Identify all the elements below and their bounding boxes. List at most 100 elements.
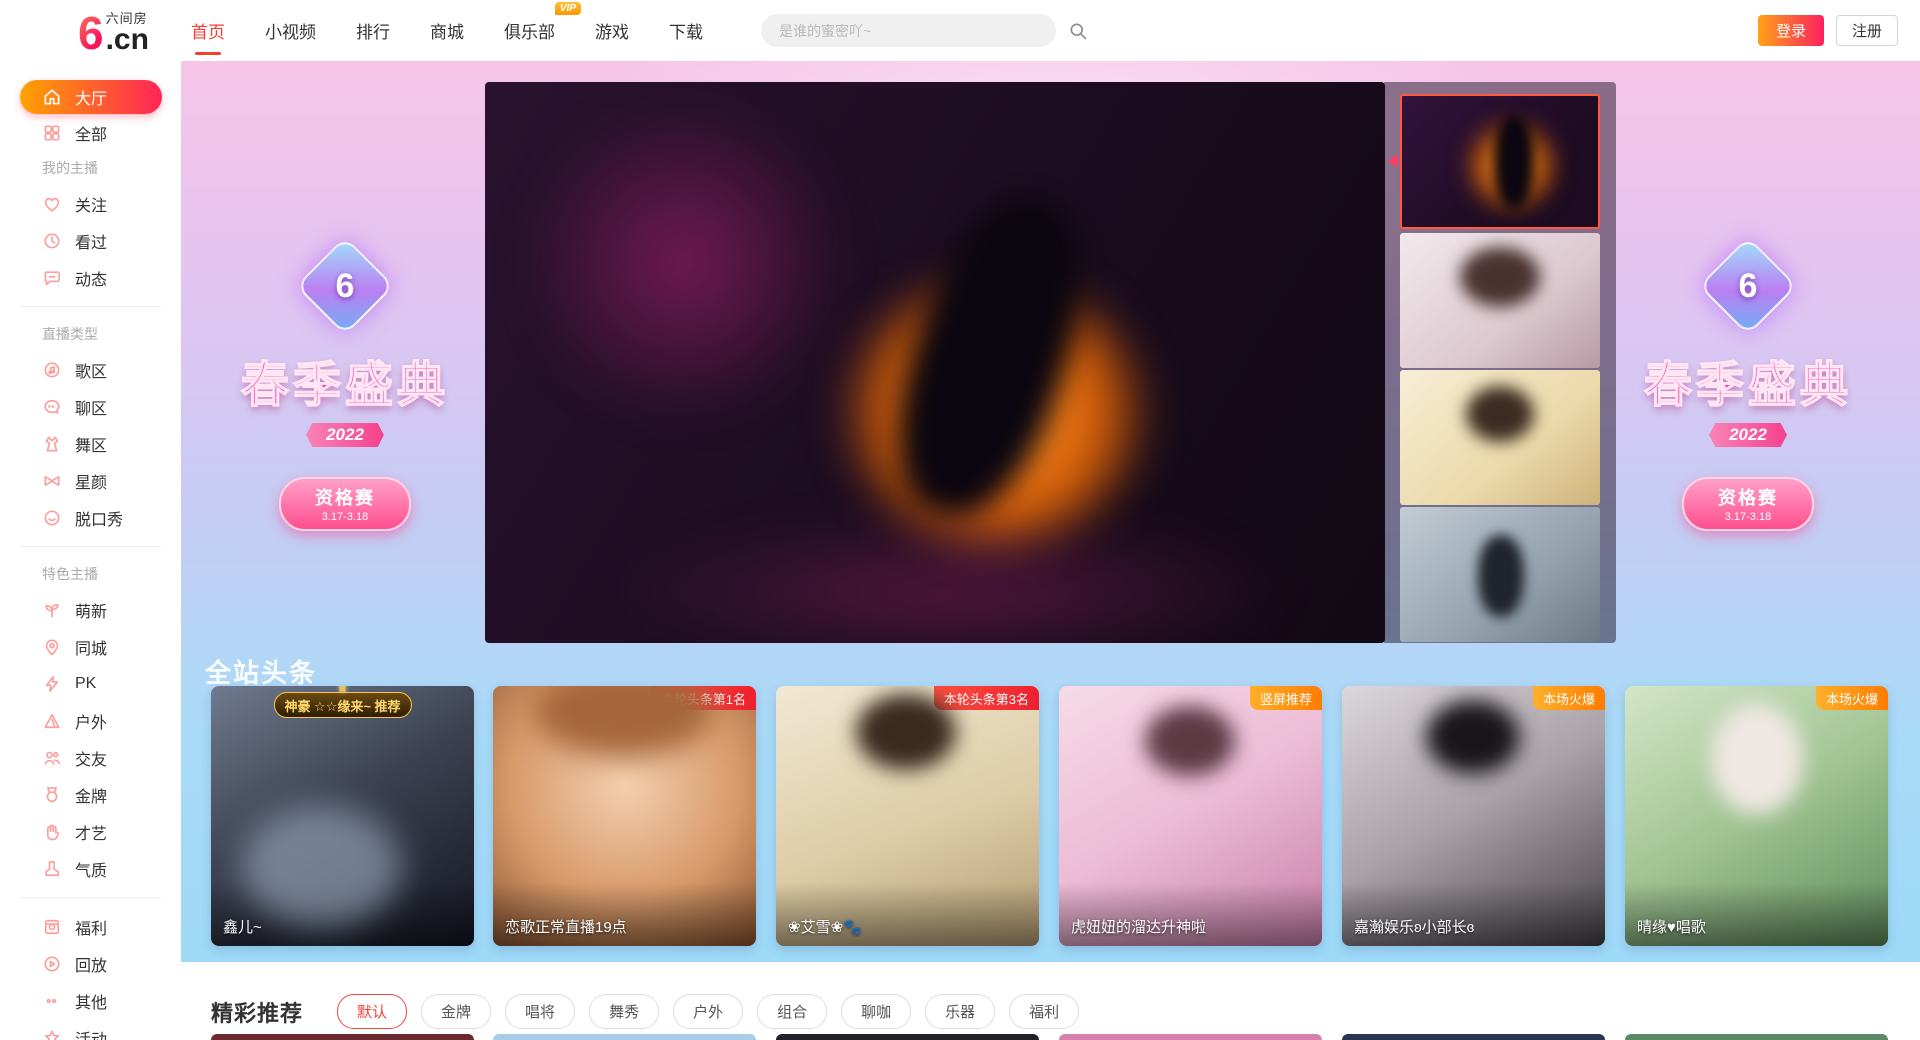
sidebar: 大厅 全部 我的主播 关注 看过 动态 直播类型 歌区 聊区 舞区 星颜 脱口秀…	[0, 61, 181, 1040]
nav-short-video[interactable]: 小视频	[265, 12, 316, 49]
header: 6 六间房 .cn 首页 小视频 排行 商城 俱乐部VIP 游戏 下载 登录 注…	[0, 0, 1920, 61]
smile-icon	[42, 508, 62, 528]
sidebar-item-same-city[interactable]: 同城	[0, 628, 181, 665]
festival-stage-badge[interactable]: 资格赛 3.17-3.18	[1682, 477, 1814, 531]
sidebar-item-welfare[interactable]: 福利	[0, 908, 181, 945]
festival-logo-icon: 6	[1699, 237, 1798, 336]
nav-download[interactable]: 下载	[669, 12, 703, 49]
player-glow	[515, 102, 855, 422]
sidebar-item-feed[interactable]: 动态	[0, 259, 181, 296]
festival-banner-left: 6 春季盛典 2022 资格赛 3.17-3.18	[205, 251, 485, 531]
live-player[interactable]	[485, 82, 1385, 643]
player-floor-glow	[605, 512, 1305, 643]
pin-icon	[42, 637, 62, 657]
search-icon[interactable]	[1068, 21, 1088, 41]
next-row-card-edge	[211, 1034, 474, 1040]
sidebar-item-activity[interactable]: 活动	[0, 1019, 181, 1040]
filter-default[interactable]: 默认	[337, 994, 407, 1029]
streamer-name: 晴缘♥唱歌	[1637, 916, 1706, 937]
sidebar-group-my-streamers: 我的主播	[0, 151, 181, 185]
bowtie-icon	[42, 471, 62, 491]
filter-outdoor[interactable]: 户外	[673, 994, 743, 1029]
logo-number: 6	[78, 13, 104, 53]
festival-year: 2022	[306, 423, 384, 447]
sidebar-item-gold-medal[interactable]: 金牌	[0, 776, 181, 813]
nav-mall[interactable]: 商城	[430, 12, 464, 49]
grid-icon	[42, 123, 62, 143]
stream-thumbnail[interactable]	[1400, 507, 1600, 642]
star-icon	[42, 1028, 62, 1040]
hand-icon	[42, 822, 62, 842]
live-card[interactable]: 竖屏推荐 虎妞妞的溜达升神啦	[1059, 686, 1322, 946]
festival-title: 春季盛典	[205, 345, 485, 415]
next-row-card-edge	[1342, 1034, 1605, 1040]
card-badge: 竖屏推荐	[1250, 686, 1322, 710]
live-card[interactable]: 本轮头条第1名 恋歌正常直播19点	[493, 686, 756, 946]
sidebar-item-newbie[interactable]: 萌新	[0, 591, 181, 628]
play-icon	[42, 954, 62, 974]
headline-section-title: 全站头条	[205, 653, 317, 690]
filter-dance[interactable]: 舞秀	[589, 994, 659, 1029]
nav-home[interactable]: 首页	[191, 12, 225, 49]
bolt-icon	[42, 674, 62, 694]
filter-chat[interactable]: 聊咖	[841, 994, 911, 1029]
stream-thumbnail-selected[interactable]	[1400, 94, 1600, 229]
sidebar-item-outdoor[interactable]: 户外	[0, 702, 181, 739]
sidebar-item-dance[interactable]: 舞区	[0, 425, 181, 462]
stream-thumbnail-rail	[1384, 82, 1616, 643]
dress-icon	[42, 434, 62, 454]
chat-dot-icon	[42, 397, 62, 417]
stream-thumbnail[interactable]	[1400, 370, 1600, 505]
festival-year: 2022	[1709, 423, 1787, 447]
sidebar-item-friends[interactable]: 交友	[0, 739, 181, 776]
card-badge: 本轮头条第3名	[934, 686, 1039, 710]
divider	[20, 897, 161, 898]
sidebar-item-hall[interactable]: 大厅	[20, 80, 162, 114]
card-badge: 本场火爆	[1816, 686, 1888, 710]
filter-instrument[interactable]: 乐器	[925, 994, 995, 1029]
sidebar-item-all[interactable]: 全部	[0, 114, 181, 151]
site-logo[interactable]: 6 六间房 .cn	[78, 8, 149, 53]
sidebar-item-chat-zone[interactable]: 聊区	[0, 388, 181, 425]
sidebar-item-talent[interactable]: 才艺	[0, 813, 181, 850]
logo-domain: .cn	[106, 27, 149, 53]
streamer-name: 虎妞妞的溜达升神啦	[1071, 916, 1206, 937]
vip-badge: VIP	[555, 2, 581, 15]
main-content: 6 春季盛典 2022 资格赛 3.17-3.18 6 春季盛典 2022 资格…	[181, 61, 1920, 962]
sidebar-item-watched[interactable]: 看过	[0, 222, 181, 259]
main-nav: 首页 小视频 排行 商城 俱乐部VIP 游戏 下载	[191, 12, 703, 49]
sprout-icon	[42, 600, 62, 620]
recommend-title: 精彩推荐	[211, 996, 303, 1028]
filter-welfare[interactable]: 福利	[1009, 994, 1079, 1029]
live-card[interactable]: 本轮头条第3名 ❀艾雪❀🐾	[776, 686, 1039, 946]
sidebar-item-song[interactable]: 歌区	[0, 351, 181, 388]
selected-thumb-arrow-icon	[1388, 154, 1398, 168]
search-input[interactable]	[761, 14, 1056, 47]
login-button[interactable]: 登录	[1758, 15, 1824, 46]
live-card[interactable]: 本场火爆 晴缘♥唱歌	[1625, 686, 1888, 946]
sidebar-item-other[interactable]: 其他	[0, 982, 181, 1019]
sidebar-item-replay[interactable]: 回放	[0, 945, 181, 982]
festival-stage-badge[interactable]: 资格赛 3.17-3.18	[279, 477, 411, 531]
streamer-name: ❀艾雪❀🐾	[788, 916, 862, 937]
nav-club[interactable]: 俱乐部VIP	[504, 12, 555, 49]
next-row-card-edge	[1059, 1034, 1322, 1040]
register-button[interactable]: 注册	[1836, 15, 1898, 46]
filter-singer[interactable]: 唱将	[505, 994, 575, 1029]
recommend-filters: 默认 金牌 唱将 舞秀 户外 组合 聊咖 乐器 福利	[337, 994, 1079, 1029]
live-card[interactable]: 本场火爆 嘉瀚娱乐ʚ小部长ɞ	[1342, 686, 1605, 946]
sidebar-item-follow[interactable]: 关注	[0, 185, 181, 222]
sidebar-item-style[interactable]: 气质	[0, 850, 181, 887]
sidebar-item-talkshow[interactable]: 脱口秀	[0, 499, 181, 536]
nav-ranking[interactable]: 排行	[356, 12, 390, 49]
stream-thumbnail[interactable]	[1400, 233, 1600, 368]
clock-icon	[42, 231, 62, 251]
live-card[interactable]: 神豪 ☆☆缘来~ 推荐 鑫儿~	[211, 686, 474, 946]
next-row-card-edge	[493, 1034, 756, 1040]
filter-group[interactable]: 组合	[757, 994, 827, 1029]
nav-games[interactable]: 游戏	[595, 12, 629, 49]
filter-gold[interactable]: 金牌	[421, 994, 491, 1029]
boot-icon	[42, 859, 62, 879]
sidebar-item-pk[interactable]: PK	[0, 665, 181, 702]
sidebar-item-star-face[interactable]: 星颜	[0, 462, 181, 499]
